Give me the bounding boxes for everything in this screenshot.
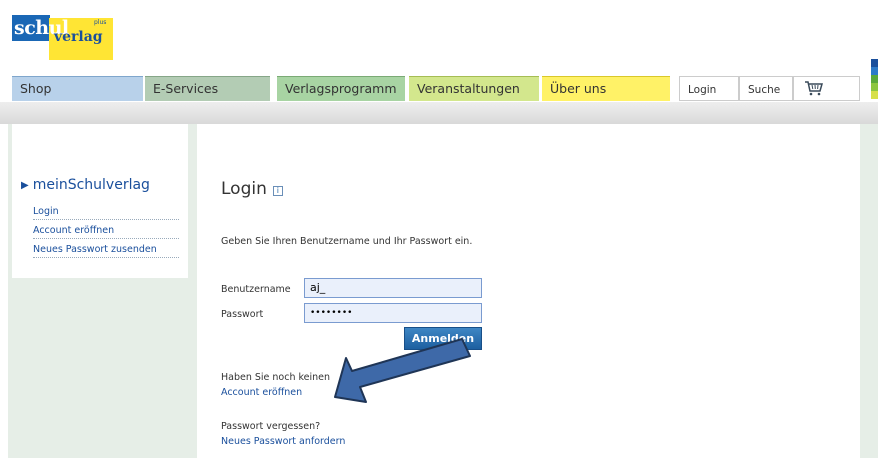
annotation-arrow-icon	[334, 338, 471, 403]
